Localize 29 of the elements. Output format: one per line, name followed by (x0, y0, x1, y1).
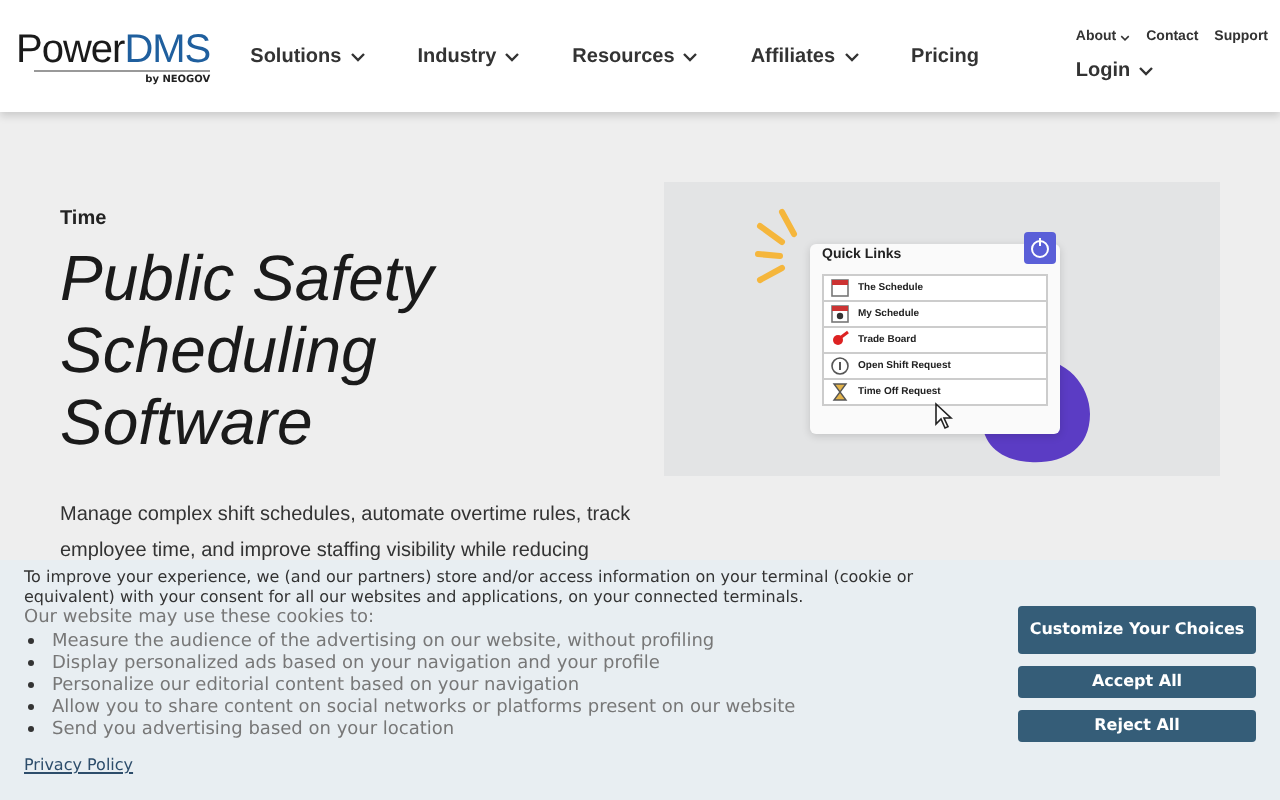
eyebrow-label: Time (60, 208, 109, 230)
purpose-text: Personalize our editorial content based on your navigation (52, 675, 580, 695)
purpose-text: Measure the audience of the advertising on our website, without profiling (52, 631, 715, 651)
bullet-icon (28, 638, 34, 644)
nav-link[interactable]: Industry (417, 45, 521, 67)
consent-lead: Our website may use these cookies to: (24, 608, 377, 630)
info-icon (830, 354, 850, 378)
sparkle-icon (754, 208, 798, 284)
nav-link[interactable]: Pricing (911, 45, 979, 67)
hourglass-icon (830, 380, 850, 404)
purpose-text: Allow you to share content on social networks or platforms present on our website (52, 697, 796, 717)
nav-link[interactable]: Solutions (250, 45, 366, 67)
purpose-text: Display personalized ads based on your navigation and your profile (52, 653, 660, 673)
bullet-icon (28, 682, 34, 688)
consent-text: To improve your experience, we (and our partners) store and/or access information on your terminal (cookie or equivalent) with your consent for all our websites and applications, on your connected terminals. (24, 568, 916, 608)
consent-button[interactable]: Accept All (1018, 666, 1256, 698)
hero-title: Public Safety Scheduling Software (60, 242, 439, 458)
purpose-text: Send you advertising based on your location (52, 719, 455, 739)
login-link[interactable]: Login (1075, 60, 1155, 82)
bullet-icon (28, 660, 34, 666)
consent-button[interactable]: Reject All (1018, 710, 1256, 742)
bullet-icon (28, 704, 34, 710)
nav-link[interactable]: Affiliates (750, 45, 860, 67)
hero-description: Manage complex shift schedules, automate overtime rules, track employee time, and improve staffing visibility while reducing (60, 502, 633, 566)
privacy-policy-link[interactable]: Privacy Policy (24, 756, 134, 774)
calendar-icon (830, 302, 850, 326)
bullet-icon (28, 726, 34, 732)
nav-link[interactable]: Resources (572, 45, 699, 67)
consent-button[interactable]: Customize Your Choices (1018, 606, 1256, 654)
